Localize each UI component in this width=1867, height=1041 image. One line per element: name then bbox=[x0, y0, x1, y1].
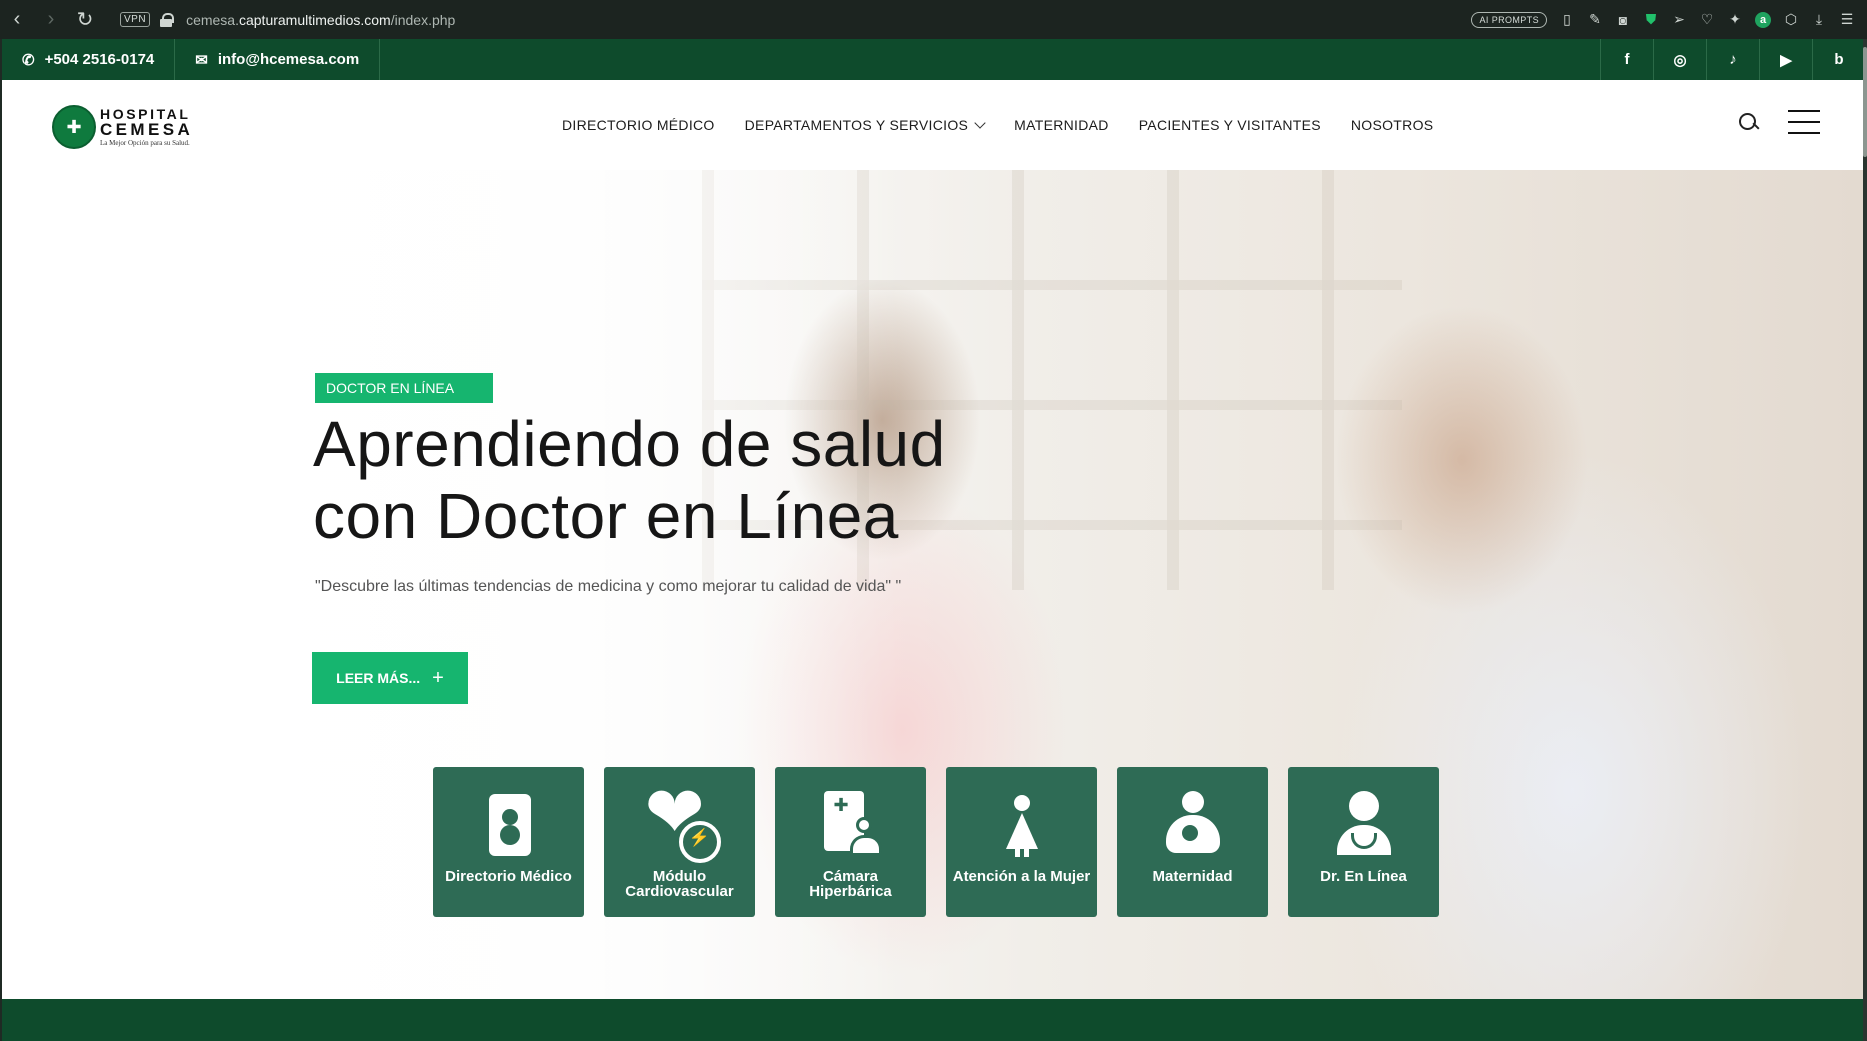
tile-label: Maternidad bbox=[1152, 868, 1233, 885]
search-icon[interactable] bbox=[1738, 112, 1760, 134]
tile-label: Atención a la Mujer bbox=[952, 868, 1091, 885]
hero-banner: DOCTOR EN LÍNEA Aprendiendo de salud con… bbox=[2, 170, 1865, 999]
logo-seal-icon bbox=[52, 105, 96, 149]
hero-title: Aprendiendo de salud con Doctor en Línea bbox=[313, 408, 946, 552]
site-header: HOSPITAL CEMESA La Mejor Opción para su … bbox=[2, 80, 1865, 170]
blog-icon[interactable]: b bbox=[1812, 39, 1865, 80]
nav-maternidad[interactable]: MATERNIDAD bbox=[1014, 117, 1109, 133]
facebook-icon[interactable]: f bbox=[1600, 39, 1653, 80]
tile-label: Módulo Cardiovascular bbox=[625, 868, 734, 900]
tile-label: Cámara Hiperbárica bbox=[809, 868, 892, 900]
tile-dr-en-linea[interactable]: Dr. En Línea bbox=[1288, 767, 1439, 917]
email-text: info@hcemesa.com bbox=[217, 51, 360, 68]
email-icon: ✉ bbox=[195, 51, 208, 69]
extension-icon[interactable]: ✦ bbox=[1727, 11, 1743, 28]
nav-departamentos[interactable]: DEPARTAMENTOS Y SERVICIOS bbox=[744, 117, 986, 133]
url-path: /index.php bbox=[390, 11, 456, 28]
logo-tagline: La Mejor Opción para su Salud. bbox=[100, 139, 190, 147]
address-bar[interactable]: cemesa.capturamultimedios.com/index.php bbox=[186, 12, 455, 28]
browser-toolbar: ‹ › ↻ VPN cemesa.capturamultimedios.com/… bbox=[0, 0, 1867, 39]
download-icon[interactable]: ⤓ bbox=[1811, 11, 1827, 28]
shield-icon[interactable]: ⛊ bbox=[1643, 11, 1659, 28]
cube-icon[interactable]: ⬡ bbox=[1783, 11, 1799, 28]
send-icon[interactable]: ➢ bbox=[1671, 11, 1687, 28]
hero-subtitle: "Descubre las últimas tendencias de medi… bbox=[315, 578, 902, 595]
nav-pacientes[interactable]: PACIENTES Y VISITANTES bbox=[1139, 117, 1321, 133]
logo-text: HOSPITAL CEMESA La Mejor Opción para su … bbox=[100, 107, 193, 147]
phone-link[interactable]: ✆ +504 2516-0174 bbox=[2, 39, 176, 80]
instagram-icon[interactable]: ◎ bbox=[1653, 39, 1706, 80]
heart-pulse-icon bbox=[645, 777, 721, 863]
plus-icon: + bbox=[432, 666, 444, 689]
email-link[interactable]: ✉ info@hcemesa.com bbox=[175, 39, 381, 80]
vpn-badge[interactable]: VPN bbox=[120, 12, 151, 27]
ai-prompts-button[interactable]: AI PROMPTS bbox=[1471, 11, 1547, 28]
tile-label: Dr. En Línea bbox=[1320, 868, 1407, 885]
mother-baby-icon bbox=[1158, 791, 1228, 861]
phone-text: +504 2516-0174 bbox=[44, 51, 155, 68]
web-page: ✆ +504 2516-0174 ✉ info@hcemesa.com f ◎ … bbox=[2, 39, 1865, 1041]
phone-icon: ✆ bbox=[22, 51, 35, 69]
site-logo[interactable]: HOSPITAL CEMESA La Mejor Opción para su … bbox=[52, 105, 193, 149]
tiktok-icon[interactable]: ♪ bbox=[1706, 39, 1759, 80]
forward-icon[interactable]: › bbox=[34, 3, 68, 37]
lock-icon bbox=[160, 12, 175, 27]
tile-modulo-cardiovascular[interactable]: Módulo Cardiovascular bbox=[604, 767, 755, 917]
tile-maternidad[interactable]: Maternidad bbox=[1117, 767, 1268, 917]
reader-icon[interactable]: ▯ bbox=[1559, 11, 1575, 28]
woman-icon bbox=[987, 791, 1057, 861]
nav-label: DIRECTORIO MÉDICO bbox=[562, 117, 715, 133]
hamburger-menu-icon[interactable] bbox=[1788, 110, 1820, 134]
tile-camara-hiperbarica[interactable]: Cámara Hiperbárica bbox=[775, 767, 926, 917]
next-section-band bbox=[2, 999, 1865, 1041]
nav-nosotros[interactable]: NOSOTROS bbox=[1351, 117, 1434, 133]
nav-label: NOSOTROS bbox=[1350, 117, 1434, 133]
doctor-icon bbox=[1329, 791, 1399, 861]
heart-icon[interactable]: ♡ bbox=[1699, 11, 1715, 28]
nav-label: DEPARTAMENTOS Y SERVICIOS bbox=[744, 117, 969, 133]
page-scrollbar[interactable] bbox=[1863, 39, 1867, 1041]
extensions-area: AI PROMPTS ▯ ✎ ◙ ⛊ ➢ ♡ ✦ a ⬡ ⤓ ☰ bbox=[1471, 11, 1867, 28]
nav-label: PACIENTES Y VISITANTES bbox=[1138, 117, 1321, 133]
medical-record-icon bbox=[816, 791, 886, 861]
contact-book-icon bbox=[474, 791, 544, 861]
url-prefix: cemesa. bbox=[186, 11, 239, 28]
chevron-down-icon bbox=[974, 117, 986, 129]
service-tiles: Directorio Médico Módulo Cardiovascular … bbox=[433, 767, 1439, 917]
back-icon[interactable]: ‹ bbox=[0, 3, 34, 37]
hero-badge: DOCTOR EN LÍNEA bbox=[315, 373, 493, 403]
read-more-label: LEER MÁS... bbox=[336, 670, 421, 686]
social-links: f ◎ ♪ ▶ b bbox=[1600, 39, 1865, 80]
camera-icon[interactable]: ◙ bbox=[1615, 12, 1631, 28]
edit-icon[interactable]: ✎ bbox=[1587, 11, 1603, 28]
logo-line2: CEMESA bbox=[100, 120, 194, 139]
youtube-icon[interactable]: ▶ bbox=[1759, 39, 1812, 80]
main-nav: DIRECTORIO MÉDICO DEPARTAMENTOS Y SERVIC… bbox=[562, 80, 1433, 170]
url-domain: capturamultimedios.com bbox=[238, 11, 391, 28]
nav-label: MATERNIDAD bbox=[1014, 117, 1109, 133]
read-more-button[interactable]: LEER MÁS... + bbox=[312, 652, 468, 704]
logo-line1: HOSPITAL bbox=[100, 106, 191, 122]
top-info-bar: ✆ +504 2516-0174 ✉ info@hcemesa.com f ◎ … bbox=[2, 39, 1865, 80]
profile-a-icon[interactable]: a bbox=[1755, 11, 1771, 28]
reload-icon[interactable]: ↻ bbox=[68, 3, 102, 37]
nav-directorio-medico[interactable]: DIRECTORIO MÉDICO bbox=[562, 117, 715, 133]
tile-directorio-medico[interactable]: Directorio Médico bbox=[433, 767, 584, 917]
tile-label: Directorio Médico bbox=[445, 868, 572, 885]
tile-atencion-mujer[interactable]: Atención a la Mujer bbox=[946, 767, 1097, 917]
menu-lines-icon[interactable]: ☰ bbox=[1839, 11, 1855, 28]
